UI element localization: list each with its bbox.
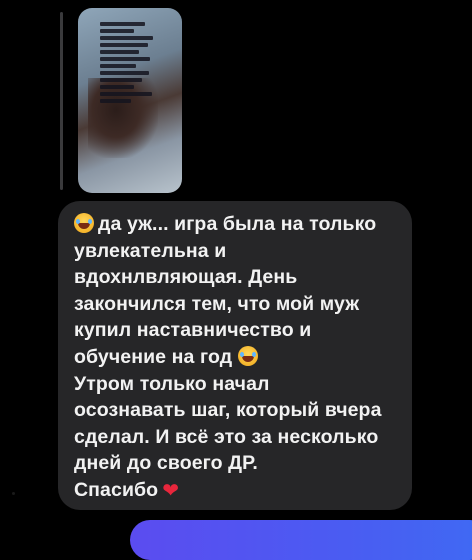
message-text: да уж... игра была на только увлекательн… — [74, 211, 404, 505]
message-line: дней до своего ДР. — [74, 452, 258, 475]
incoming-message-bubble[interactable]: да уж... игра была на только увлекательн… — [58, 201, 412, 510]
message-line: купил наставничество и — [74, 319, 312, 342]
message-line: сделал. И всё это за несколько — [74, 425, 379, 448]
message-line-text: да уж... игра была на только — [98, 213, 377, 235]
message-line: Спасибо ❤ — [74, 477, 404, 505]
message-line: увлекательна и — [74, 239, 227, 262]
message-line: осознавать шаг, который вчера — [74, 399, 382, 422]
message-line: Утром только начал — [74, 372, 270, 395]
message-line: вдохнлвляющая. День — [74, 266, 298, 289]
thumbnail-text-overlay — [100, 22, 156, 103]
sender-avatar[interactable] — [12, 492, 15, 495]
laughing-emoji-icon — [74, 213, 94, 233]
message-line: да уж... игра была на только — [74, 211, 404, 238]
laughing-emoji-icon — [237, 345, 258, 366]
message-line: обучение на год — [74, 344, 404, 371]
chat-thread: да уж... игра была на только увлекательн… — [0, 0, 472, 560]
story-reply-thumbnail[interactable] — [78, 8, 182, 193]
message-line-text: обучение на год — [74, 345, 233, 368]
outgoing-message-bubble[interactable] — [130, 520, 472, 560]
reply-indicator-bar — [60, 12, 63, 190]
heart-emoji-icon: ❤ — [162, 479, 180, 502]
message-line-text: Спасибо — [74, 478, 159, 501]
message-line: закончился тем, что мой муж — [74, 292, 360, 315]
